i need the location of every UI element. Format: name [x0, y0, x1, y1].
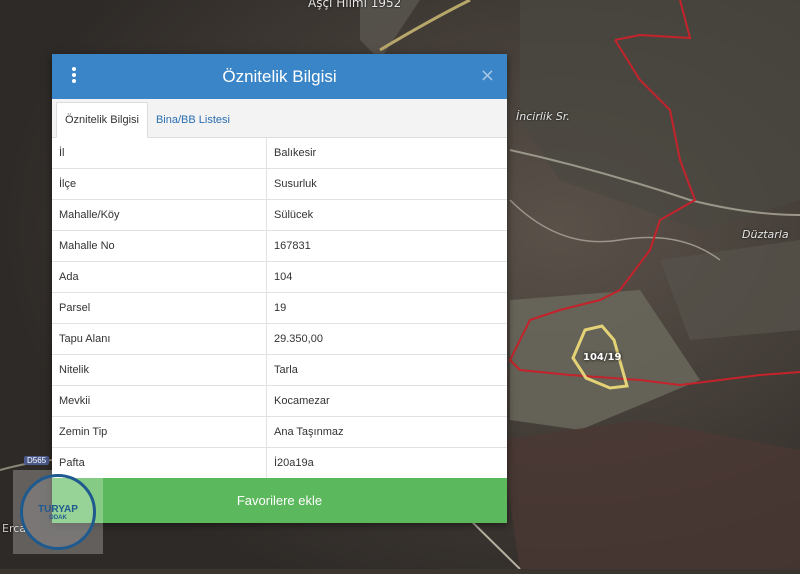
row-value: 19	[266, 292, 507, 324]
close-icon[interactable]: ×	[480, 65, 495, 86]
map-label-restaurant: Aşçı Hilmi 1952	[308, 0, 402, 10]
vertical-dots-icon[interactable]	[64, 67, 84, 87]
road-badge: D565	[24, 456, 50, 465]
dialog-tabs: Öznitelik Bilgisi Bina/BB Listesi	[52, 99, 507, 138]
attribute-table: İl Balıkesir İlçe Susurluk Mahalle/Köy Sülüce…	[52, 138, 507, 479]
row-value: Sülücek	[266, 199, 507, 231]
turyap-logo: TURYAP ODAK	[13, 470, 103, 554]
map-label-duztarla: Düztarla	[742, 228, 789, 241]
row-key: Mahalle/Köy	[52, 199, 267, 231]
row-key: İl	[52, 138, 267, 169]
table-row: Mahalle No 167831	[52, 230, 507, 262]
table-row: İl Balıkesir	[52, 138, 507, 169]
table-row: Parsel 19	[52, 292, 507, 324]
tab-attribute-info[interactable]: Öznitelik Bilgisi	[56, 102, 148, 138]
table-row: Nitelik Tarla	[52, 354, 507, 386]
tab-building-list[interactable]: Bina/BB Listesi	[148, 103, 238, 137]
row-key: Nitelik	[52, 354, 267, 386]
row-key: Ada	[52, 261, 267, 293]
logo-sub-text: ODAK	[49, 514, 67, 521]
add-favorite-button[interactable]: Favorilere ekle	[52, 478, 507, 523]
row-key: Zemin Tip	[52, 416, 267, 448]
dialog-title: Öznitelik Bilgisi	[222, 66, 337, 86]
row-key: Mahalle No	[52, 230, 267, 262]
table-row: Pafta İ20a19a	[52, 447, 507, 479]
table-row: Ada 104	[52, 261, 507, 293]
table-row: Zemin Tip Ana Taşınmaz	[52, 416, 507, 448]
row-value: 104	[266, 261, 507, 293]
row-value: Balıkesir	[266, 138, 507, 169]
table-row: Mevkii Kocamezar	[52, 385, 507, 417]
row-key: Tapu Alanı	[52, 323, 267, 355]
row-value: 29.350,00	[266, 323, 507, 355]
table-row: Mahalle/Köy Sülücek	[52, 199, 507, 231]
row-value: Susurluk	[266, 168, 507, 200]
logo-circle: TURYAP ODAK	[20, 474, 96, 550]
map-label-parcel[interactable]: 104/19	[583, 352, 621, 363]
attribute-info-dialog: Öznitelik Bilgisi × Öznitelik Bilgisi Bi…	[52, 54, 507, 523]
logo-main-text: TURYAP	[38, 503, 78, 515]
table-row: İlçe Susurluk	[52, 168, 507, 200]
row-key: Mevkii	[52, 385, 267, 417]
row-key: Parsel	[52, 292, 267, 324]
row-key: İlçe	[52, 168, 267, 200]
dialog-header: Öznitelik Bilgisi ×	[52, 54, 507, 99]
row-value: İ20a19a	[266, 447, 507, 479]
row-value: Tarla	[266, 354, 507, 386]
table-row: Tapu Alanı 29.350,00	[52, 323, 507, 355]
map-label-incirlik: İncirlik Sr.	[516, 110, 570, 123]
row-value: 167831	[266, 230, 507, 262]
row-value: Ana Taşınmaz	[266, 416, 507, 448]
row-value: Kocamezar	[266, 385, 507, 417]
